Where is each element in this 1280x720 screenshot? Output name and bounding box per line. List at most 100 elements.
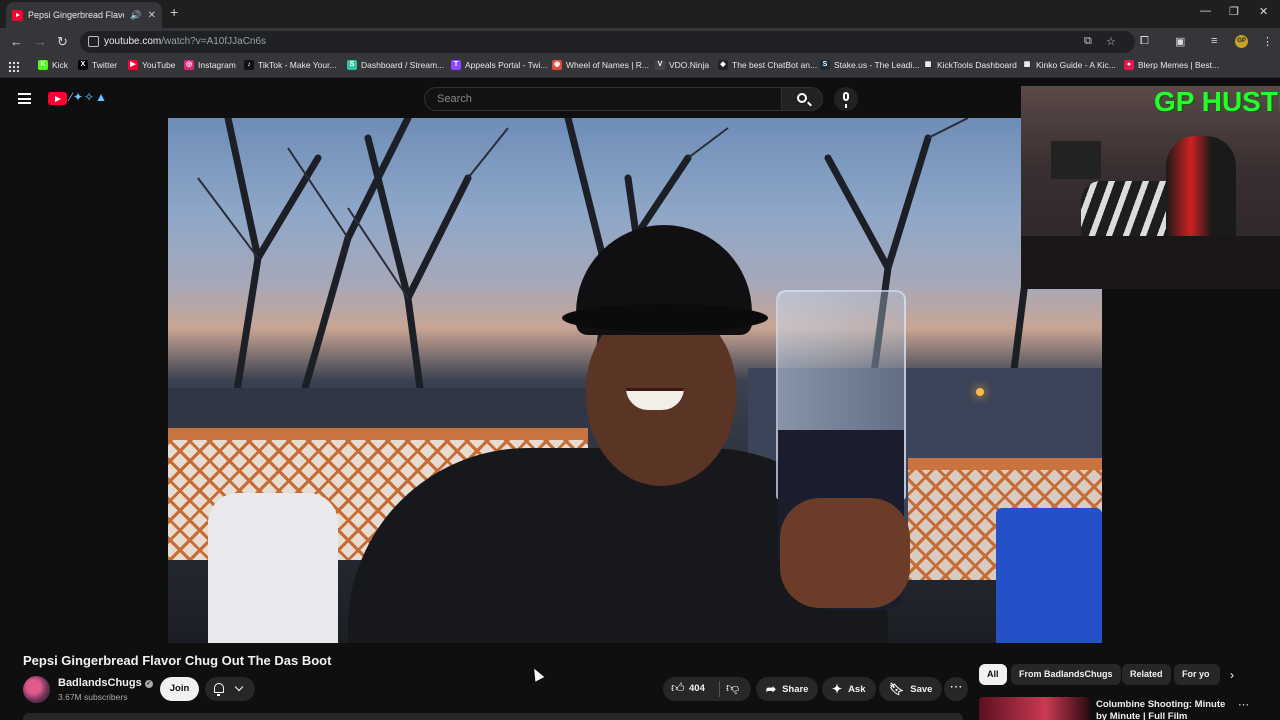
more-actions-icon[interactable]: ⋯ — [944, 677, 968, 701]
subscribed-notifications-button[interactable] — [205, 677, 255, 701]
bookmark-tiktok[interactable]: ♪ TikTok - Make Your... — [244, 60, 337, 70]
url-text[interactable]: youtube.com/watch?v=A10fJJaCn6s — [104, 36, 266, 47]
chip-from-channel[interactable]: From BadlandsChugs — [1011, 664, 1121, 685]
bookmark-blerp[interactable]: ● Blerp Memes | Best... — [1124, 60, 1219, 70]
bookmark-icon: 🔖︎ — [889, 682, 905, 696]
browser-tab-strip: Pepsi Gingerbread Flavor C 🔊 ✕ + — ❐ ✕ — [0, 0, 1280, 28]
close-tab-icon[interactable]: ✕ — [148, 10, 156, 21]
thumbs-down-icon[interactable]: 👎︎ — [726, 680, 739, 696]
mouse-cursor-icon — [529, 666, 545, 682]
hamburger-menu-icon[interactable] — [18, 93, 31, 104]
youtube-favicon-icon — [12, 9, 23, 21]
bookmark-stake[interactable]: S Stake.us - The Leadi... — [820, 60, 919, 70]
search-input[interactable] — [425, 88, 781, 110]
bell-icon — [214, 683, 224, 696]
reading-list-icon[interactable]: ≡ — [1211, 35, 1217, 47]
chevron-down-icon — [234, 682, 244, 692]
kick-icon: K — [38, 60, 48, 70]
bookmark-kinko-guide[interactable]: ▦ Kinko Guide - A Kic... — [1022, 60, 1116, 70]
webcam-overlay: GP HUSTLA — [1021, 86, 1280, 289]
reload-icon[interactable]: ↻ — [57, 34, 68, 50]
bookmark-youtube[interactable]: ▶ YouTube — [128, 60, 175, 70]
subscriber-count: 3.67M subscribers — [58, 692, 128, 702]
chatbot-icon: ◆ — [718, 60, 728, 70]
share-button[interactable]: ➦ Share — [756, 677, 819, 701]
video-frame-chair — [208, 493, 338, 643]
install-app-icon[interactable]: ⧉ — [1084, 35, 1092, 48]
speaker-icon[interactable]: 🔊 — [130, 10, 141, 21]
kinko-icon: ▦ — [1022, 60, 1032, 70]
bookmark-appeals-portal[interactable]: T Appeals Portal - Twi... — [451, 60, 548, 70]
youtube-doodle-icon[interactable]: ⁄✦✧▲ — [70, 90, 108, 104]
minimize-icon[interactable]: — — [1200, 5, 1211, 17]
like-count[interactable]: 404 — [689, 683, 705, 694]
bookmark-vdo-ninja[interactable]: V VDO.Ninja — [655, 60, 709, 70]
chip-related[interactable]: Related — [1122, 664, 1171, 685]
browser-toolbar: ← → ↻ youtube.com/watch?v=A10fJJaCn6s ⧉ … — [0, 28, 1280, 56]
profile-avatar[interactable]: GP — [1235, 35, 1248, 48]
stake-icon: S — [820, 60, 830, 70]
bookmark-twitter[interactable]: X Twitter — [78, 60, 117, 70]
new-tab-plus-icon[interactable]: + — [170, 4, 178, 20]
twitch-icon: T — [451, 60, 461, 70]
tab-title: Pepsi Gingerbread Flavor C — [28, 10, 124, 20]
extensions-puzzle-icon[interactable]: ⧠ — [1140, 35, 1149, 48]
bookmark-kick[interactable]: K Kick — [38, 60, 68, 70]
channel-name[interactable]: BadlandsChugs ✓ — [58, 677, 153, 689]
chip-all[interactable]: All — [979, 664, 1007, 685]
tiktok-icon: ♪ — [244, 60, 254, 70]
bookmark-streamlabs[interactable]: S Dashboard / Stream... — [347, 60, 444, 70]
blerp-icon: ● — [1124, 60, 1134, 70]
recommendation-title[interactable]: Columbine Shooting: Minute by Minute | F… — [1096, 699, 1236, 720]
kicktools-icon: ▦ — [923, 60, 933, 70]
video-frame-light — [976, 388, 984, 396]
forward-arrow-icon[interactable]: → — [34, 34, 47, 49]
ask-button[interactable]: ✦ Ask — [822, 677, 876, 701]
recommendation-menu-icon[interactable]: ⋯ — [1238, 698, 1249, 711]
thumbs-up-icon[interactable]: 👍︎ — [671, 680, 685, 696]
bookmark-wheel-of-names[interactable]: ◉ Wheel of Names | R... — [552, 60, 649, 70]
channel-avatar[interactable] — [23, 676, 50, 703]
video-title: Pepsi Gingerbread Flavor Chug Out The Da… — [23, 653, 332, 668]
browser-tab-active[interactable]: Pepsi Gingerbread Flavor C 🔊 ✕ — [6, 2, 162, 28]
share-arrow-icon: ➦ — [766, 682, 777, 696]
back-arrow-icon[interactable]: ← — [10, 34, 23, 49]
bookmark-kicktools[interactable]: ▦ KickTools Dashboard — [923, 60, 1017, 70]
youtube-logo[interactable] — [48, 92, 67, 105]
bookmarks-bar: K Kick X Twitter ▶ YouTube ◎ Instagram ♪ TikT… — [0, 56, 1280, 78]
video-frame-recycling-bin — [996, 508, 1102, 643]
webcam-flag — [1051, 141, 1101, 179]
wheel-icon: ◉ — [552, 60, 562, 70]
divider — [719, 681, 720, 697]
search-button[interactable] — [781, 87, 823, 111]
video-frame-hand — [780, 498, 910, 608]
video-player[interactable] — [168, 118, 1102, 643]
media-control-icon[interactable]: ▣ — [1175, 35, 1185, 48]
bookmark-star-icon[interactable]: ☆ — [1106, 35, 1116, 48]
restore-icon[interactable]: ❐ — [1229, 5, 1239, 18]
search-icon — [797, 93, 807, 103]
save-button[interactable]: 🔖︎ Save — [879, 677, 943, 701]
microphone-icon — [843, 92, 849, 108]
search-box[interactable] — [424, 87, 782, 111]
join-button[interactable]: Join — [160, 677, 199, 701]
bookmark-chatbot[interactable]: ◆ The best ChatBot an... — [718, 60, 817, 70]
youtube-icon: ▶ — [128, 60, 138, 70]
streamlabs-icon: S — [347, 60, 357, 70]
address-bar[interactable]: youtube.com/watch?v=A10fJJaCn6s ⧉ ☆ — [80, 31, 1135, 53]
sparkle-icon: ✦ — [832, 682, 843, 696]
browser-menu-kebab-icon[interactable]: ⋮ — [1262, 35, 1273, 48]
x-icon: X — [78, 60, 88, 70]
chip-for-you[interactable]: For yo — [1174, 664, 1220, 685]
recommendation-thumbnail[interactable] — [979, 697, 1090, 720]
site-info-icon[interactable] — [88, 36, 99, 47]
webcam-overlay-text: GP HUSTLA — [1154, 86, 1280, 117]
apps-grid-icon[interactable] — [8, 61, 19, 72]
chevron-right-icon[interactable]: › — [1224, 668, 1240, 684]
like-dislike-group: 👍︎ 404 👎︎ — [663, 677, 751, 701]
vdo-ninja-icon: V — [655, 60, 665, 70]
bookmark-instagram[interactable]: ◎ Instagram — [184, 60, 236, 70]
description-box[interactable] — [23, 713, 963, 720]
voice-search-button[interactable] — [834, 87, 858, 111]
close-window-icon[interactable]: ✕ — [1259, 5, 1268, 18]
